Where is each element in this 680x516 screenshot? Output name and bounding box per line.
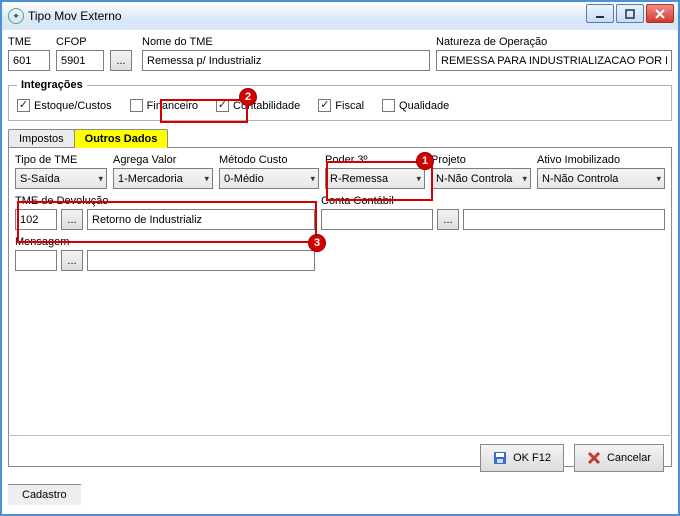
integracoes-fieldset: Integrações Estoque/Custos Financeiro Co… — [8, 79, 672, 121]
close-button[interactable] — [646, 4, 674, 23]
poder-3-select[interactable] — [325, 168, 425, 189]
cfop-lookup-button[interactable]: ... — [110, 50, 132, 71]
tme-devolucao-desc[interactable] — [87, 209, 315, 230]
title-bar: ✦ Tipo Mov Externo — [2, 2, 678, 30]
chk-estoque-custos[interactable]: Estoque/Custos — [17, 99, 112, 112]
chk-label: Estoque/Custos — [34, 100, 112, 112]
agrega-valor-select[interactable] — [113, 168, 213, 189]
chk-qualidade[interactable]: Qualidade — [382, 99, 449, 112]
mensagem-lookup[interactable]: ... — [61, 250, 83, 271]
status-bar: Cadastro — [8, 484, 672, 508]
tipo-tme-label: Tipo de TME — [15, 154, 107, 166]
ok-button[interactable]: OK F12 — [480, 444, 564, 472]
tme-input[interactable] — [8, 50, 50, 71]
app-icon: ✦ — [8, 8, 24, 24]
cancel-icon — [587, 451, 601, 465]
checkbox-icon — [17, 99, 30, 112]
window-title: Tipo Mov Externo — [28, 9, 122, 23]
tme-devolucao-label: TME de Devolução — [15, 195, 315, 207]
poder-3-label: Poder 3º — [325, 154, 425, 166]
tab-strip: Impostos Outros Dados — [8, 125, 672, 147]
checkbox-icon — [130, 99, 143, 112]
projeto-select[interactable] — [431, 168, 531, 189]
integracoes-legend: Integrações — [17, 79, 87, 91]
checkbox-icon — [216, 99, 229, 112]
metodo-custo-select[interactable] — [219, 168, 319, 189]
cancel-label: Cancelar — [607, 452, 651, 464]
bottom-bar: OK F12 Cancelar — [8, 435, 672, 480]
tab-outros-dados[interactable]: Outros Dados — [74, 129, 169, 148]
maximize-button[interactable] — [616, 4, 644, 23]
cfop-label: CFOP — [56, 36, 104, 48]
tipo-tme-select[interactable] — [15, 168, 107, 189]
metodo-custo-label: Método Custo — [219, 154, 319, 166]
conta-contabil-label: Conta Contábil — [321, 195, 665, 207]
agrega-valor-label: Agrega Valor — [113, 154, 213, 166]
chk-financeiro[interactable]: Financeiro — [130, 99, 198, 112]
save-icon — [493, 451, 507, 465]
conta-contabil-desc[interactable] — [463, 209, 665, 230]
chk-contabilidade[interactable]: Contabilidade — [216, 99, 300, 112]
checkbox-icon — [318, 99, 331, 112]
mensagem-code[interactable] — [15, 250, 57, 271]
ativo-imob-select[interactable] — [537, 168, 665, 189]
tab-impostos[interactable]: Impostos — [8, 129, 75, 148]
chk-fiscal[interactable]: Fiscal — [318, 99, 364, 112]
conta-contabil-code[interactable] — [321, 209, 433, 230]
tab-body: Tipo de TME ▾ Agrega Valor ▾ Método Cust… — [8, 147, 672, 467]
tme-label: TME — [8, 36, 50, 48]
nome-tme-label: Nome do TME — [142, 36, 430, 48]
checkbox-icon — [382, 99, 395, 112]
cancel-button[interactable]: Cancelar — [574, 444, 664, 472]
ok-label: OK F12 — [513, 452, 551, 464]
natureza-label: Natureza de Operação — [436, 36, 672, 48]
chk-label: Fiscal — [335, 100, 364, 112]
projeto-label: Projeto — [431, 154, 531, 166]
ativo-imob-label: Ativo Imobilizado — [537, 154, 665, 166]
status-tab-cadastro[interactable]: Cadastro — [8, 484, 81, 505]
nome-tme-input[interactable] — [142, 50, 430, 71]
cfop-input[interactable] — [56, 50, 104, 71]
mensagem-desc[interactable] — [87, 250, 315, 271]
chk-label: Qualidade — [399, 100, 449, 112]
tme-devolucao-code[interactable] — [15, 209, 57, 230]
mensagem-label: Mensagem — [15, 236, 315, 248]
tme-devolucao-lookup[interactable]: ... — [61, 209, 83, 230]
chk-label: Financeiro — [147, 100, 198, 112]
chk-label: Contabilidade — [233, 100, 300, 112]
conta-contabil-lookup[interactable]: ... — [437, 209, 459, 230]
natureza-input[interactable] — [436, 50, 672, 71]
minimize-button[interactable] — [586, 4, 614, 23]
